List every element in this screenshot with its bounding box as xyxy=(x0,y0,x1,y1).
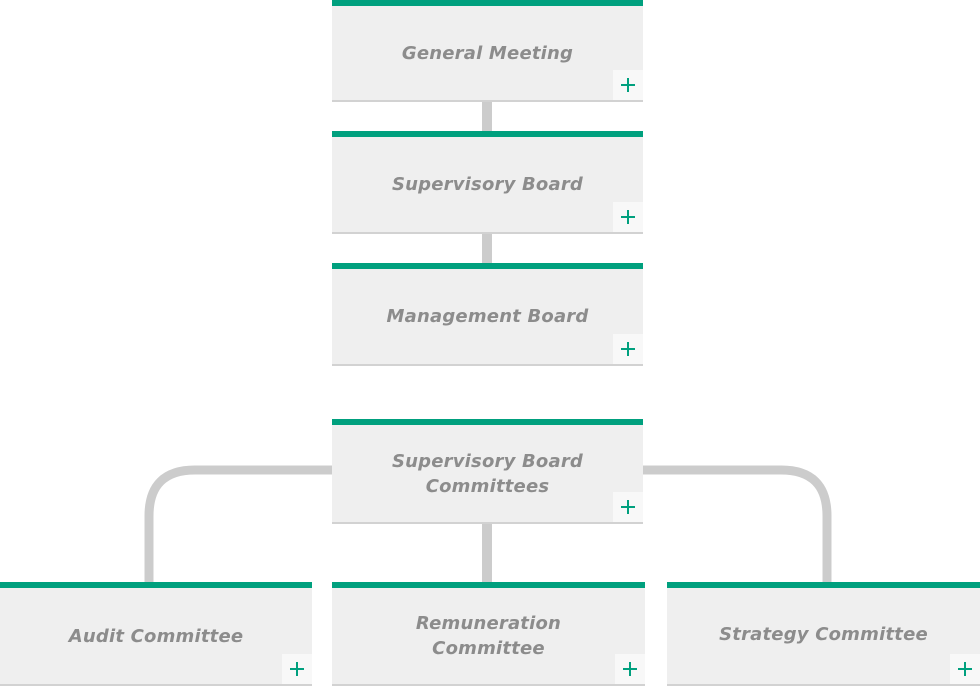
node-label: Audit Committee xyxy=(68,625,244,647)
node-label: Strategy Committee xyxy=(719,623,928,645)
connector-to-audit-committee xyxy=(144,465,333,583)
expand-button[interactable] xyxy=(613,70,643,100)
node-audit-committee[interactable]: Audit Committee xyxy=(0,582,312,686)
node-label: General Meeting xyxy=(401,42,574,64)
connector-to-remuneration-committee xyxy=(482,522,492,584)
expand-button[interactable] xyxy=(615,654,645,684)
node-label: Management Board xyxy=(386,306,589,327)
plus-icon xyxy=(621,500,635,514)
node-label: Supervisory Board xyxy=(391,174,583,195)
expand-button[interactable] xyxy=(613,202,643,232)
node-remuneration-committee[interactable]: Remuneration Committee xyxy=(332,582,645,686)
node-label: Remuneration Committee xyxy=(415,613,562,659)
node-supervisory-board[interactable]: Supervisory Board xyxy=(332,131,643,234)
plus-icon xyxy=(621,78,635,92)
node-label: Supervisory Board Committees xyxy=(392,450,584,497)
connector-to-strategy-committee xyxy=(643,465,832,583)
plus-icon xyxy=(621,210,635,224)
plus-icon xyxy=(290,662,304,676)
expand-button[interactable] xyxy=(950,654,980,684)
node-strategy-committee[interactable]: Strategy Committee xyxy=(667,582,980,686)
connector-general-to-supervisory xyxy=(482,100,492,132)
plus-icon xyxy=(621,342,635,356)
node-general-meeting[interactable]: General Meeting xyxy=(332,0,643,102)
node-supervisory-board-committees[interactable]: Supervisory Board Committees xyxy=(332,419,643,524)
plus-icon xyxy=(958,662,972,676)
expand-button[interactable] xyxy=(282,654,312,684)
expand-button[interactable] xyxy=(613,492,643,522)
plus-icon xyxy=(623,662,637,676)
connector-supervisory-to-management xyxy=(482,232,492,264)
node-management-board[interactable]: Management Board xyxy=(332,263,643,366)
expand-button[interactable] xyxy=(613,334,643,364)
